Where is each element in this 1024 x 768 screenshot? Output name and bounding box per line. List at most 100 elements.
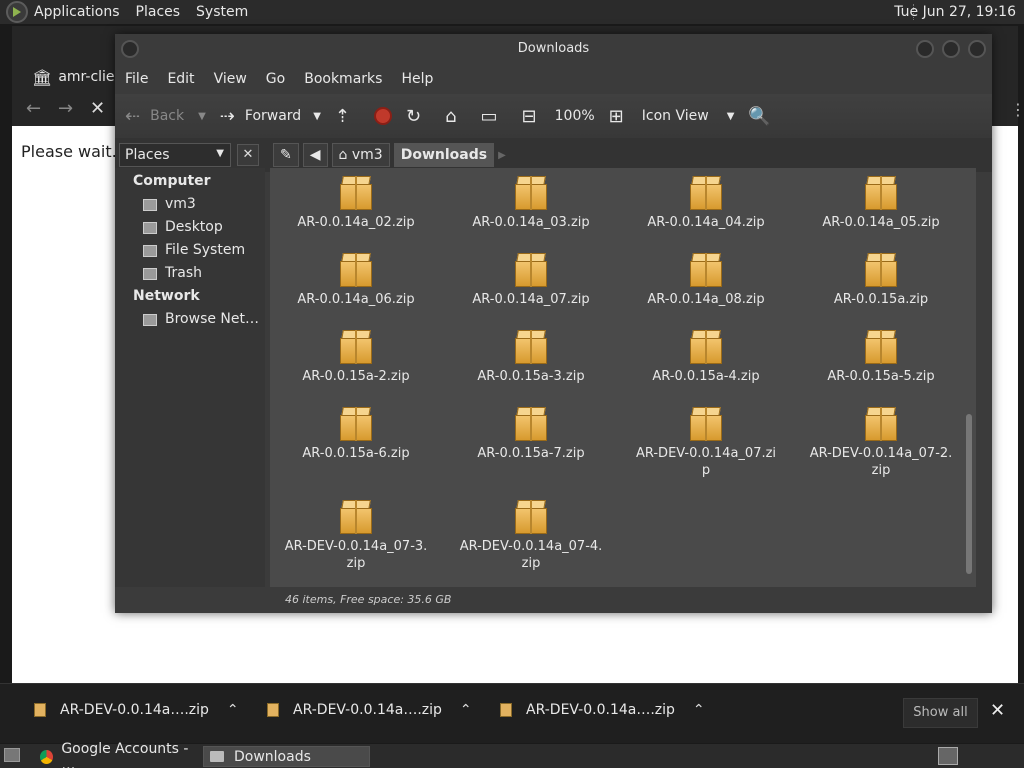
chrome-icon xyxy=(40,749,54,764)
download-item[interactable]: AR-DEV-0.0.14a….zip ⌃ xyxy=(34,702,239,718)
forward-arrow-icon[interactable]: → xyxy=(58,98,73,119)
breadcrumb-downloads[interactable]: Downloads xyxy=(393,143,495,167)
forward-dropdown-icon[interactable]: ▼ xyxy=(313,111,321,122)
reload-button[interactable]: ↻ xyxy=(406,106,431,127)
home-icon: ⌂ xyxy=(445,105,457,127)
file-item[interactable]: AR-0.0.15a-7.zip xyxy=(451,405,611,462)
file-name: AR-0.0.14a_02.zip xyxy=(297,215,415,230)
system-logo-icon[interactable] xyxy=(6,1,28,23)
home-button[interactable]: ⌂ xyxy=(445,106,466,127)
task-google-accounts[interactable]: Google Accounts - … xyxy=(34,741,200,768)
sidebar-item-browse-network[interactable]: Browse Net… xyxy=(115,308,265,331)
file-item[interactable]: AR-0.0.14a_03.zip xyxy=(451,174,611,231)
file-name: AR-0.0.15a.zip xyxy=(833,292,929,307)
menu-places[interactable]: Places xyxy=(136,4,181,20)
file-item[interactable]: AR-DEV-0.0.14a_07-4.zip xyxy=(451,498,611,572)
file-name: AR-0.0.14a_08.zip xyxy=(647,292,765,307)
file-item[interactable]: AR-DEV-0.0.14a_07-3.zip xyxy=(276,498,436,572)
file-item[interactable]: AR-0.0.14a_06.zip xyxy=(276,251,436,308)
minimize-icon[interactable] xyxy=(916,40,934,58)
file-item[interactable]: AR-0.0.15a-3.zip xyxy=(451,328,611,385)
zip-file-icon xyxy=(34,703,46,717)
download-item[interactable]: AR-DEV-0.0.14a….zip ⌃ xyxy=(500,702,705,718)
toolbar: ⇠ Back ▼ ⇢ Forward ▼ ⇡ ↻ ⌂ ▭ ⊟ 100% ⊞ Ic… xyxy=(115,94,992,138)
file-item[interactable]: AR-DEV-0.0.14a_07.zip xyxy=(626,405,786,479)
zip-archive-icon xyxy=(863,251,899,287)
menu-edit[interactable]: Edit xyxy=(167,71,194,87)
sidebar-item-desktop[interactable]: Desktop xyxy=(115,216,265,239)
file-item[interactable]: AR-0.0.15a-2.zip xyxy=(276,328,436,385)
vertical-scrollbar[interactable] xyxy=(964,174,974,582)
download-item-label: AR-DEV-0.0.14a….zip xyxy=(60,702,209,718)
file-name: AR-0.0.14a_05.zip xyxy=(822,215,940,230)
stop-button[interactable] xyxy=(374,107,392,125)
file-name: AR-0.0.15a-4.zip xyxy=(652,369,760,384)
zip-archive-icon xyxy=(513,405,549,441)
computer-icon: ▭ xyxy=(480,105,498,127)
places-select[interactable]: Places ▼ xyxy=(119,143,231,167)
menu-system[interactable]: System xyxy=(196,4,248,20)
file-item[interactable]: AR-0.0.14a_05.zip xyxy=(801,174,961,231)
sidebar-item-file-system[interactable]: File System xyxy=(115,239,265,262)
zoom-level[interactable]: 100% xyxy=(555,108,595,124)
breadcrumb-vm3[interactable]: ⌂ vm3 xyxy=(331,143,390,167)
zip-archive-icon xyxy=(338,174,374,210)
zip-archive-icon xyxy=(688,251,724,287)
up-button[interactable]: ⇡ xyxy=(335,106,360,127)
maximize-icon[interactable] xyxy=(942,40,960,58)
view-mode-dropdown-icon: ▼ xyxy=(726,110,735,122)
zip-archive-icon xyxy=(513,498,549,534)
menu-view[interactable]: View xyxy=(214,71,247,87)
search-button[interactable]: 🔍 xyxy=(748,106,780,127)
file-item[interactable]: AR-0.0.14a_04.zip xyxy=(626,174,786,231)
file-item[interactable]: AR-0.0.15a.zip xyxy=(801,251,961,308)
close-sidebar-button[interactable]: ✕ xyxy=(237,144,259,166)
network-icon xyxy=(143,313,157,326)
forward-button[interactable]: ⇢ Forward ▼ xyxy=(220,106,321,127)
close-window-icon[interactable] xyxy=(968,40,986,58)
breadcrumb-left-arrow[interactable]: ◀ xyxy=(302,143,328,167)
window-menu-icon[interactable] xyxy=(121,40,139,58)
zoom-in-button[interactable]: ⊞ xyxy=(609,106,628,127)
back-arrow-icon[interactable]: ← xyxy=(26,98,41,119)
menu-help[interactable]: Help xyxy=(401,71,433,87)
scrollbar-thumb[interactable] xyxy=(966,414,972,574)
chevron-up-icon[interactable]: ⌃ xyxy=(227,702,239,718)
toggle-location-entry-button[interactable]: ✎ xyxy=(273,143,299,167)
tray-notes-icon[interactable] xyxy=(938,747,958,765)
download-item[interactable]: AR-DEV-0.0.14a….zip ⌃ xyxy=(267,702,472,718)
clock[interactable]: Tue Jun 27, 19:16 xyxy=(894,4,1016,20)
file-item[interactable]: AR-0.0.15a-6.zip xyxy=(276,405,436,462)
task-label: Downloads xyxy=(234,748,311,765)
stop-loading-icon[interactable]: ✕ xyxy=(90,98,105,119)
chevron-up-icon[interactable]: ⌃ xyxy=(693,702,705,718)
sidebar-item-vm3[interactable]: vm3 xyxy=(115,193,265,216)
task-downloads[interactable]: Downloads xyxy=(203,746,370,767)
file-item[interactable]: AR-0.0.15a-4.zip xyxy=(626,328,786,385)
show-desktop-icon[interactable] xyxy=(4,748,20,762)
sidebar-item-trash[interactable]: Trash xyxy=(115,262,265,285)
kebab-menu-icon[interactable]: ⋮ xyxy=(1010,100,1024,119)
file-item[interactable]: AR-0.0.14a_02.zip xyxy=(276,174,436,231)
back-button[interactable]: ⇠ Back ▼ xyxy=(125,106,206,127)
show-all-button[interactable]: Show all xyxy=(903,698,978,728)
menu-file[interactable]: File xyxy=(125,71,148,87)
file-item[interactable]: AR-DEV-0.0.14a_07-2.zip xyxy=(801,405,961,479)
menu-applications[interactable]: Applications xyxy=(34,4,120,20)
menu-bookmarks[interactable]: Bookmarks xyxy=(304,71,382,87)
window-titlebar[interactable]: Downloads xyxy=(115,34,992,64)
desktop-icon xyxy=(143,221,157,234)
file-item[interactable]: AR-0.0.15a-5.zip xyxy=(801,328,961,385)
view-mode-label: Icon View xyxy=(641,108,709,124)
close-shelf-icon[interactable]: ✕ xyxy=(990,700,1005,721)
file-item[interactable]: AR-0.0.14a_08.zip xyxy=(626,251,786,308)
file-item[interactable]: AR-0.0.14a_07.zip xyxy=(451,251,611,308)
back-dropdown-icon[interactable]: ▼ xyxy=(198,111,206,122)
view-mode-select[interactable]: Icon View ▼ xyxy=(642,108,735,124)
zoom-out-button[interactable]: ⊟ xyxy=(522,106,541,127)
chevron-up-icon[interactable]: ⌃ xyxy=(460,702,472,718)
file-name: AR-0.0.14a_03.zip xyxy=(472,215,590,230)
menu-go[interactable]: Go xyxy=(266,71,285,87)
breadcrumb-right-arrow[interactable]: ▶ xyxy=(498,150,506,161)
computer-button[interactable]: ▭ xyxy=(481,106,508,127)
